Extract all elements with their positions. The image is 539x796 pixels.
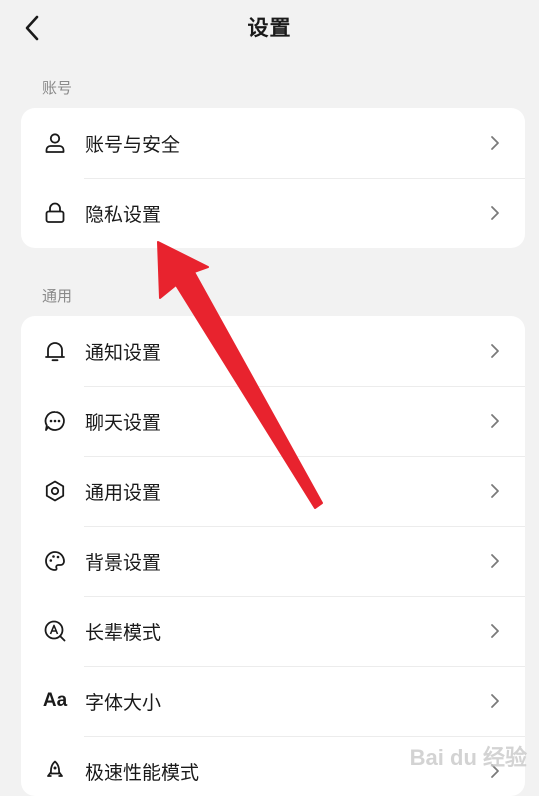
font-size-icon: Aa	[42, 690, 68, 711]
chevron-right-icon	[487, 413, 503, 429]
chevron-right-icon	[487, 205, 503, 221]
settings-item-elder-mode[interactable]: 长辈模式	[21, 596, 525, 666]
top-bar: 设置	[0, 0, 539, 56]
gear-icon	[41, 477, 69, 505]
settings-item-label: 通知设置	[85, 341, 162, 364]
settings-item-general[interactable]: 通用设置	[21, 456, 525, 526]
chevron-right-icon	[487, 343, 503, 359]
settings-item-account-security[interactable]: 账号与安全	[21, 108, 525, 178]
settings-item-background[interactable]: 背景设置	[21, 526, 525, 596]
chevron-right-icon	[487, 553, 503, 569]
settings-item-font-size[interactable]: Aa 字体大小	[21, 666, 525, 736]
watermark-logo: Bai du 经验	[409, 745, 527, 770]
settings-item-label: 聊天设置	[85, 411, 162, 434]
page-title: 设置	[247, 16, 292, 40]
settings-item-label: 背景设置	[85, 551, 162, 574]
settings-item-label: 隐私设置	[85, 203, 162, 226]
chevron-right-icon	[487, 693, 503, 709]
section-label-account: 账号	[42, 79, 73, 97]
lock-icon	[41, 199, 69, 227]
chat-bubble-icon	[41, 407, 69, 435]
settings-item-label: 通用设置	[85, 481, 162, 504]
chevron-right-icon	[487, 135, 503, 151]
rocket-icon	[41, 757, 69, 785]
elder-mode-icon	[41, 617, 69, 645]
chevron-right-icon	[487, 483, 503, 499]
general-card: 通知设置 聊天设置 通用设置 背景设置 长辈模式 Aa 字体大小 极速性能模式	[21, 316, 525, 796]
bell-icon	[41, 337, 69, 365]
settings-item-notifications[interactable]: 通知设置	[21, 316, 525, 386]
user-icon	[41, 129, 69, 157]
palette-icon	[41, 547, 69, 575]
settings-item-chat[interactable]: 聊天设置	[21, 386, 525, 456]
settings-item-label: 账号与安全	[85, 133, 181, 156]
section-label-general: 通用	[42, 287, 73, 305]
settings-item-label: 长辈模式	[85, 621, 162, 644]
settings-item-label: 字体大小	[85, 691, 162, 714]
chevron-right-icon	[487, 623, 503, 639]
account-card: 账号与安全 隐私设置	[21, 108, 525, 248]
settings-item-privacy[interactable]: 隐私设置	[21, 178, 525, 248]
